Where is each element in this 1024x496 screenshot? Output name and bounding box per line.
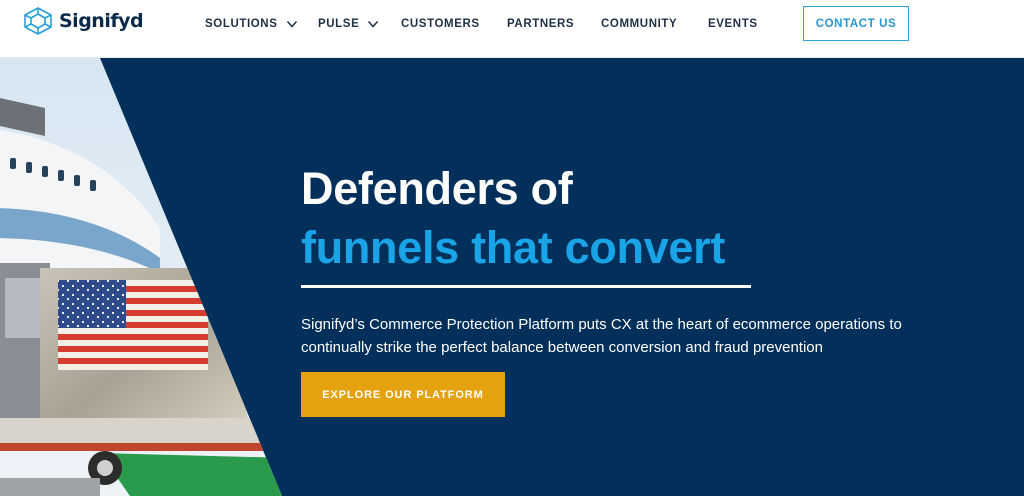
hero-headline-line2: funnels that convert <box>301 222 726 273</box>
nav-item-solutions[interactable]: SOLUTIONS <box>205 16 298 32</box>
nav-item-customers[interactable]: CUSTOMERS <box>401 16 480 32</box>
hero-image <box>0 58 282 496</box>
nav-item-pulse[interactable]: PULSE <box>318 16 379 32</box>
nav-item-partners[interactable]: PARTNERS <box>507 16 574 32</box>
hero-description: Signifyd’s Commerce Protection Platform … <box>301 316 902 356</box>
nav-item-label: PARTNERS <box>507 18 575 30</box>
nav-item-label: CUSTOMERS <box>401 18 480 30</box>
brand-name: Signifyd <box>59 10 144 32</box>
brand-logo[interactable]: Signifyd <box>22 6 144 36</box>
cube-logo-icon <box>24 7 52 35</box>
chevron-down-icon <box>368 20 379 28</box>
explore-platform-button[interactable]: EXPLORE OUR PLATFORM <box>301 372 505 417</box>
headline-divider <box>301 285 751 288</box>
site-header: Signifyd SOLUTIONS PULSE CUSTOMERS PARTN… <box>0 0 1024 58</box>
nav-item-label: SOLUTIONS <box>205 18 278 30</box>
hero-headline-line1: Defenders of <box>301 163 573 214</box>
nav-item-community[interactable]: COMMUNITY <box>601 16 677 32</box>
chevron-down-icon <box>286 20 297 28</box>
contact-us-button[interactable]: CONTACT US <box>803 6 909 41</box>
nav-item-label: PULSE <box>318 18 360 30</box>
nav-item-label: EVENTS <box>708 18 758 30</box>
hero-section: Defenders of funnels that convert Signif… <box>0 58 1024 496</box>
nav-item-label: COMMUNITY <box>601 18 678 30</box>
nav-item-events[interactable]: EVENTS <box>708 16 758 32</box>
